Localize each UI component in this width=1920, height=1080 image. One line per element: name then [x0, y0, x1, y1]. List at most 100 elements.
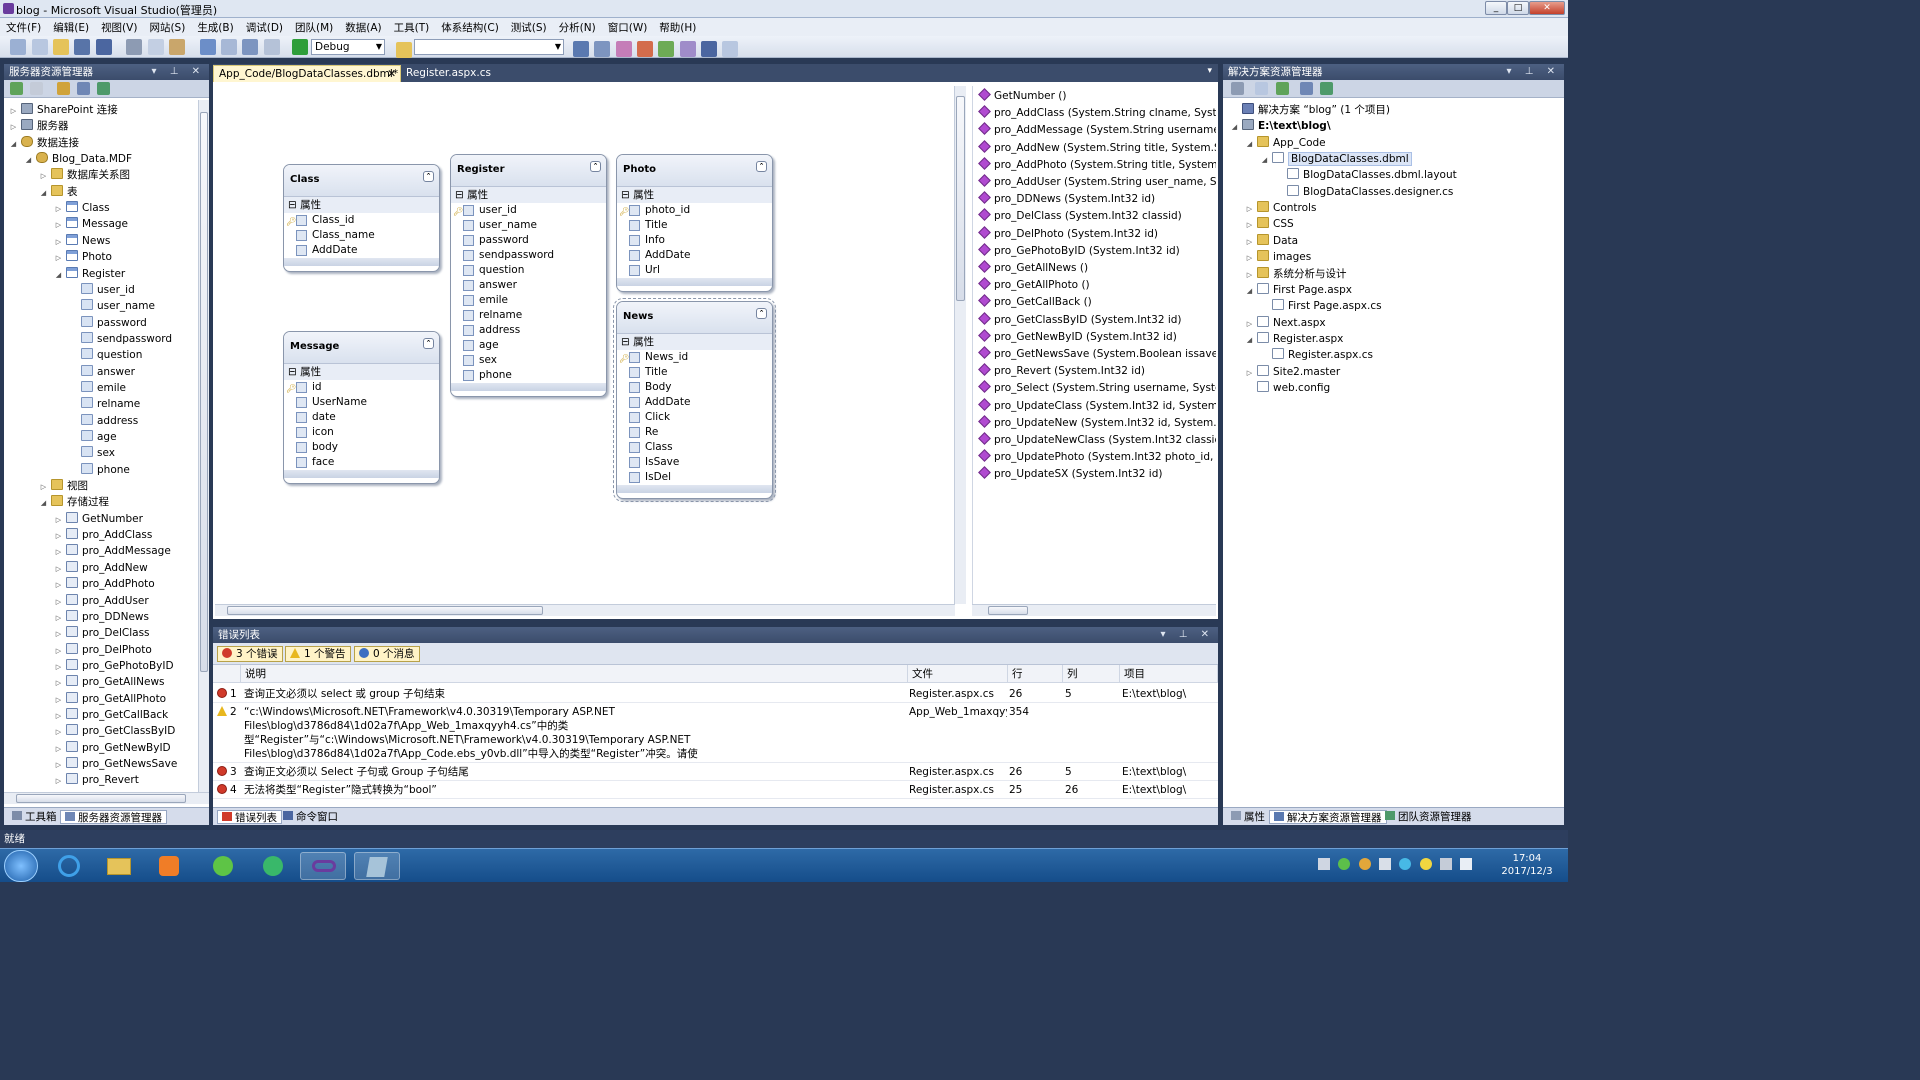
scroll-thumb[interactable]: [227, 606, 543, 615]
method-item[interactable]: pro_AddMessage (System.String username, …: [978, 122, 1216, 139]
expander-icon[interactable]: ◢: [1244, 332, 1255, 348]
method-item[interactable]: pro_GetCallBack (): [978, 294, 1092, 311]
tree-item[interactable]: ▷ Site2.master: [1244, 364, 1340, 380]
expander-icon[interactable]: ▷: [38, 479, 49, 495]
tree-item[interactable]: ◢ Register: [53, 266, 125, 282]
tree-item[interactable]: question: [68, 347, 142, 363]
tree-item[interactable]: ▷ pro_AddNew: [53, 560, 148, 576]
expander-icon[interactable]: ▷: [53, 773, 64, 789]
tree-item[interactable]: ▷ 数据库关系图: [38, 167, 130, 183]
tree-item[interactable]: ◢ 数据连接: [8, 135, 79, 151]
tree-item[interactable]: sex: [68, 445, 115, 461]
expander-icon[interactable]: ▷: [53, 741, 64, 757]
error-row[interactable]: 1 查询正文必须以 select 或 group 子句结束 Register.asp…: [213, 685, 1218, 703]
tray-icons[interactable]: [1318, 858, 1488, 874]
entity-field[interactable]: IsSave: [617, 455, 772, 470]
tree-item[interactable]: BlogDataClasses.designer.cs: [1274, 184, 1453, 200]
tree-item[interactable]: ▷ pro_AddUser: [53, 593, 149, 609]
method-item[interactable]: GetNumber (): [978, 88, 1066, 105]
tree-item[interactable]: ▷ Data: [1244, 233, 1298, 249]
expander-icon[interactable]: ▷: [53, 643, 64, 659]
entity-field[interactable]: Url: [617, 263, 772, 278]
collapse-icon[interactable]: ⌃: [756, 161, 767, 172]
designer-vscroll[interactable]: [954, 86, 966, 604]
expander-icon[interactable]: ▷: [53, 577, 64, 593]
view-designer-icon[interactable]: [1320, 82, 1334, 95]
paste-icon[interactable]: [169, 39, 186, 55]
expander-icon[interactable]: ▷: [53, 626, 64, 642]
entity-field[interactable]: AddDate: [617, 395, 772, 410]
toolbox-icon[interactable]: [637, 41, 654, 57]
menu-item[interactable]: 帮助(H): [653, 18, 702, 35]
taskbar-ie-icon[interactable]: [46, 852, 92, 880]
expander-icon[interactable]: ◢: [53, 267, 64, 283]
tree-item[interactable]: user_name: [68, 298, 155, 314]
taskbar-visual-studio-icon[interactable]: [300, 852, 346, 880]
properties-section[interactable]: ⊟ 属性: [617, 187, 772, 203]
tree-item[interactable]: ◢ 表: [38, 184, 78, 200]
tab-register-aspx-cs[interactable]: Register.aspx.cs: [401, 65, 496, 82]
entity-field[interactable]: Re: [617, 425, 772, 440]
entity-field[interactable]: 🔑︎ id: [284, 380, 439, 395]
entity-field[interactable]: AddDate: [284, 243, 439, 258]
tree-item[interactable]: ◢ First Page.aspx: [1244, 282, 1352, 298]
tree-item[interactable]: Register.aspx.cs: [1259, 347, 1373, 363]
expander-icon[interactable]: ◢: [38, 185, 49, 201]
col-header-description[interactable]: 说明: [241, 665, 908, 683]
add-item-icon[interactable]: [31, 39, 48, 55]
method-item[interactable]: pro_GetAllPhoto (): [978, 277, 1090, 294]
tree-item[interactable]: address: [68, 413, 138, 429]
panel-controls[interactable]: ▾ ⊥ ✕: [1507, 64, 1560, 80]
tree-item[interactable]: ◢ BlogDataClasses.dbml: [1259, 151, 1412, 167]
entity-header[interactable]: Photo ⌃: [617, 155, 772, 187]
expander-icon[interactable]: ▷: [53, 724, 64, 740]
menu-item[interactable]: 工具(T): [388, 18, 436, 35]
entity-field[interactable]: 🔑︎ Class_id: [284, 213, 439, 228]
menu-item[interactable]: 团队(M): [289, 18, 339, 35]
expander-icon[interactable]: ◢: [1229, 119, 1240, 135]
tree-item[interactable]: answer: [68, 364, 135, 380]
minimize-button[interactable]: _: [1485, 1, 1507, 15]
tree-item[interactable]: ▷ pro_GetNewByID: [53, 740, 171, 756]
col-header-project[interactable]: 项目: [1120, 665, 1218, 683]
menu-item[interactable]: 生成(B): [191, 18, 239, 35]
save-icon[interactable]: [74, 39, 91, 55]
more-tools-icon[interactable]: [722, 41, 739, 57]
entity-field[interactable]: UserName: [284, 395, 439, 410]
expander-icon[interactable]: ◢: [1244, 283, 1255, 299]
expander-icon[interactable]: ▷: [53, 757, 64, 773]
entity-field[interactable]: relname: [451, 308, 606, 323]
command-window-icon[interactable]: [701, 41, 718, 57]
expander-icon[interactable]: ▷: [53, 594, 64, 610]
connect-server-icon[interactable]: [77, 82, 91, 95]
menu-item[interactable]: 数据(A): [339, 18, 387, 35]
tab-team-explorer[interactable]: 团队资源管理器: [1381, 810, 1476, 824]
properties-section[interactable]: ⊟ 属性: [451, 187, 606, 203]
entity-field[interactable]: address: [451, 323, 606, 338]
method-item[interactable]: pro_UpdatePhoto (System.Int32 photo_id, …: [978, 449, 1216, 466]
tree-item[interactable]: ▷ SharePoint 连接: [8, 102, 118, 118]
errors-filter-button[interactable]: 3 个错误: [217, 646, 283, 662]
tree-item[interactable]: ▷ pro_GetAllPhoto: [53, 691, 166, 707]
method-item[interactable]: pro_DDNews (System.Int32 id): [978, 191, 1155, 208]
menu-item[interactable]: 测试(S): [505, 18, 553, 35]
method-item[interactable]: pro_GetAllNews (): [978, 260, 1088, 277]
expander-icon[interactable]: ▷: [53, 610, 64, 626]
tree-item[interactable]: ▷ pro_DelClass: [53, 625, 150, 641]
copy-icon[interactable]: [147, 39, 164, 55]
tree-item[interactable]: ▷ News: [53, 233, 110, 249]
tree-item[interactable]: 解决方案 “blog” (1 个项目): [1229, 102, 1390, 118]
find-in-files-icon[interactable]: [396, 42, 412, 58]
warnings-filter-button[interactable]: 1 个警告: [285, 646, 351, 662]
tree-item[interactable]: BlogDataClasses.dbml.layout: [1274, 167, 1457, 183]
expander-icon[interactable]: ▷: [8, 103, 19, 119]
tree-item[interactable]: ▷ Message: [53, 216, 128, 232]
class-view-icon[interactable]: [658, 41, 675, 57]
tab-solution-explorer[interactable]: 解决方案资源管理器: [1269, 810, 1387, 824]
method-item[interactable]: pro_DelClass (System.Int32 classid): [978, 208, 1182, 225]
entity-field[interactable]: AddDate: [617, 248, 772, 263]
expander-icon[interactable]: ◢: [1244, 136, 1255, 152]
connect-database-icon[interactable]: [56, 82, 70, 95]
method-item[interactable]: pro_GetClassByID (System.Int32 id): [978, 311, 1182, 329]
entity-message[interactable]: Message ⌃ ⊟ 属性 🔑︎ id UserName date icon body face: [283, 331, 440, 484]
